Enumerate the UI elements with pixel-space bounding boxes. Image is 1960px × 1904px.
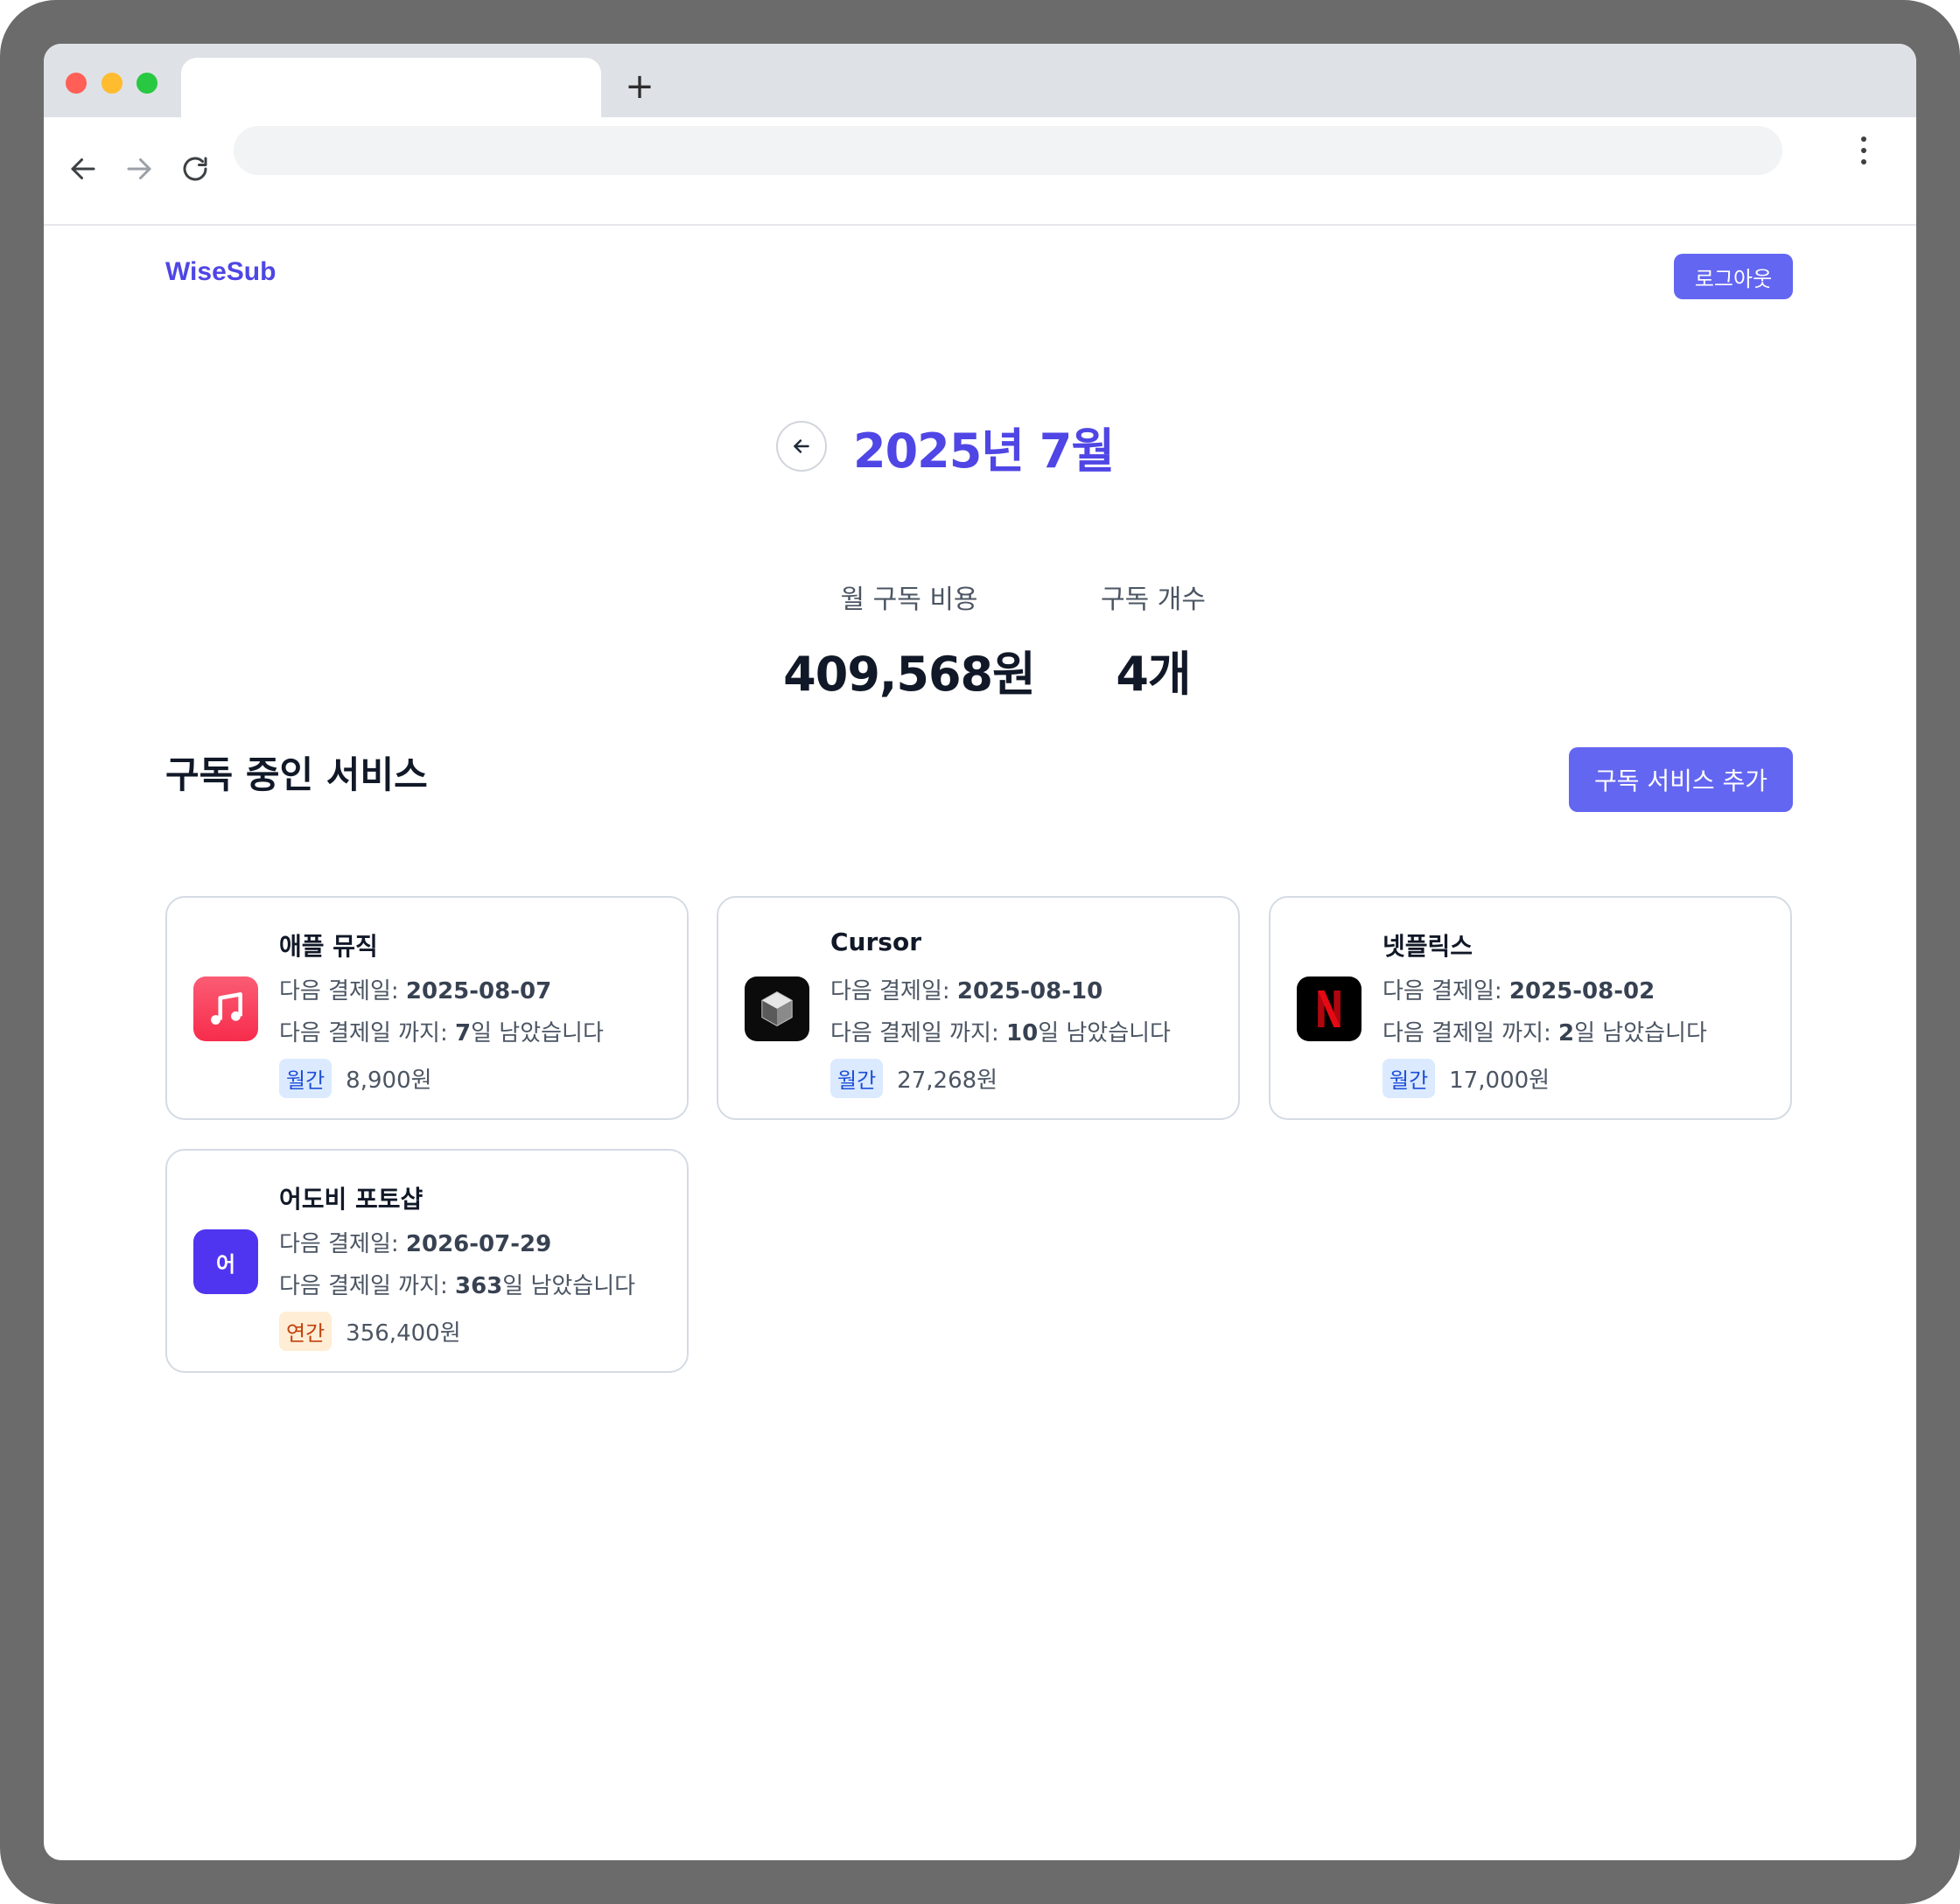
subscription-name: 애플 뮤직 bbox=[279, 932, 378, 961]
subscription-name: 어도비 포토샵 bbox=[279, 1185, 424, 1214]
browser-menu-button[interactable] bbox=[1855, 133, 1872, 168]
days-until-payment: 다음 결제일 까지: 7일 남았습니다 bbox=[279, 1020, 604, 1046]
netflix-icon bbox=[1297, 976, 1362, 1041]
menu-dot bbox=[1861, 136, 1866, 142]
next-payment-date: 다음 결제일: 2025-08-10 bbox=[830, 978, 1103, 1004]
subscription-card[interactable]: Cursor 다음 결제일: 2025-08-10 다음 결제일 까지: 10일… bbox=[717, 896, 1240, 1120]
next-payment-date: 다음 결제일: 2026-07-29 bbox=[279, 1231, 552, 1257]
arrow-left-icon bbox=[794, 439, 809, 453]
page-content: WiseSub 로그아웃 2025년 7월 월 구독 비용 409,568원 구… bbox=[44, 184, 1916, 1860]
subscription-price: 27,268원 bbox=[897, 1068, 998, 1094]
billing-cycle-badge: 연간 bbox=[279, 1312, 332, 1351]
close-window-button[interactable] bbox=[66, 73, 87, 94]
days-until-payment: 다음 결제일 까지: 2일 남았습니다 bbox=[1382, 1020, 1707, 1046]
billing-cycle-badge: 월간 bbox=[279, 1059, 332, 1098]
next-payment-date: 다음 결제일: 2025-08-02 bbox=[1382, 978, 1656, 1004]
subscription-name: 넷플릭스 bbox=[1382, 932, 1474, 961]
subscription-price: 8,900원 bbox=[346, 1068, 432, 1094]
section-title: 구독 중인 서비스 bbox=[165, 753, 428, 796]
browser-tab[interactable] bbox=[181, 58, 601, 119]
subscription-price: 17,000원 bbox=[1449, 1068, 1550, 1094]
month-header: 2025년 7월 bbox=[776, 411, 1115, 481]
subscription-count-label: 구독 개수 bbox=[1101, 584, 1206, 615]
subscription-count-value: 4개 bbox=[1116, 647, 1191, 702]
monthly-cost-value: 409,568원 bbox=[783, 647, 1036, 702]
price-row: 월간 17,000원 bbox=[1382, 1059, 1550, 1098]
monthly-cost-label: 월 구독 비용 bbox=[840, 584, 978, 615]
arrow-left-icon bbox=[71, 158, 95, 179]
brand-logo[interactable]: WiseSub bbox=[165, 257, 276, 287]
menu-dot bbox=[1861, 148, 1866, 153]
days-until-payment: 다음 결제일 까지: 10일 남았습니다 bbox=[830, 1020, 1171, 1046]
cursor-icon bbox=[745, 976, 809, 1041]
add-subscription-button[interactable]: 구독 서비스 추가 bbox=[1569, 747, 1793, 812]
page-title: 2025년 7월 bbox=[853, 423, 1115, 479]
subscription-price: 356,400원 bbox=[346, 1320, 461, 1347]
tab-bar: + bbox=[44, 44, 1916, 119]
browser-window: + WiseSub 로그아웃 2025년 7월 월 구독 비용 409,568원… bbox=[44, 44, 1916, 1860]
days-until-payment: 다음 결제일 까지: 363일 남았습니다 bbox=[279, 1273, 636, 1299]
subscription-name: Cursor bbox=[830, 928, 922, 956]
price-row: 월간 8,900원 bbox=[279, 1059, 432, 1098]
letter-avatar-icon: 어 bbox=[193, 1229, 258, 1294]
new-tab-button[interactable]: + bbox=[620, 66, 660, 107]
price-row: 연간 356,400원 bbox=[279, 1312, 461, 1351]
monthly-cost-stat: 월 구독 비용 409,568원 bbox=[734, 578, 1084, 704]
arrow-right-icon bbox=[127, 158, 151, 179]
previous-month-button[interactable] bbox=[776, 421, 827, 472]
billing-cycle-badge: 월간 bbox=[830, 1059, 884, 1098]
next-payment-date: 다음 결제일: 2025-08-07 bbox=[279, 978, 552, 1004]
subscription-count-stat: 구독 개수 4개 bbox=[1066, 578, 1241, 704]
address-bar[interactable] bbox=[234, 126, 1782, 175]
subscription-card[interactable]: 어 어도비 포토샵 다음 결제일: 2026-07-29 다음 결제일 까지: … bbox=[165, 1149, 689, 1373]
billing-cycle-badge: 월간 bbox=[1382, 1059, 1436, 1098]
subscription-card[interactable]: 넷플릭스 다음 결제일: 2025-08-02 다음 결제일 까지: 2일 남았… bbox=[1269, 896, 1792, 1120]
menu-dot bbox=[1861, 159, 1866, 164]
subscription-card[interactable]: 애플 뮤직 다음 결제일: 2025-08-07 다음 결제일 까지: 7일 남… bbox=[165, 896, 689, 1120]
minimize-window-button[interactable] bbox=[102, 73, 122, 94]
apple-music-icon bbox=[193, 976, 258, 1041]
price-row: 월간 27,268원 bbox=[830, 1059, 998, 1098]
maximize-window-button[interactable] bbox=[136, 73, 158, 94]
reload-icon bbox=[183, 157, 207, 181]
logout-button[interactable]: 로그아웃 bbox=[1674, 254, 1793, 299]
